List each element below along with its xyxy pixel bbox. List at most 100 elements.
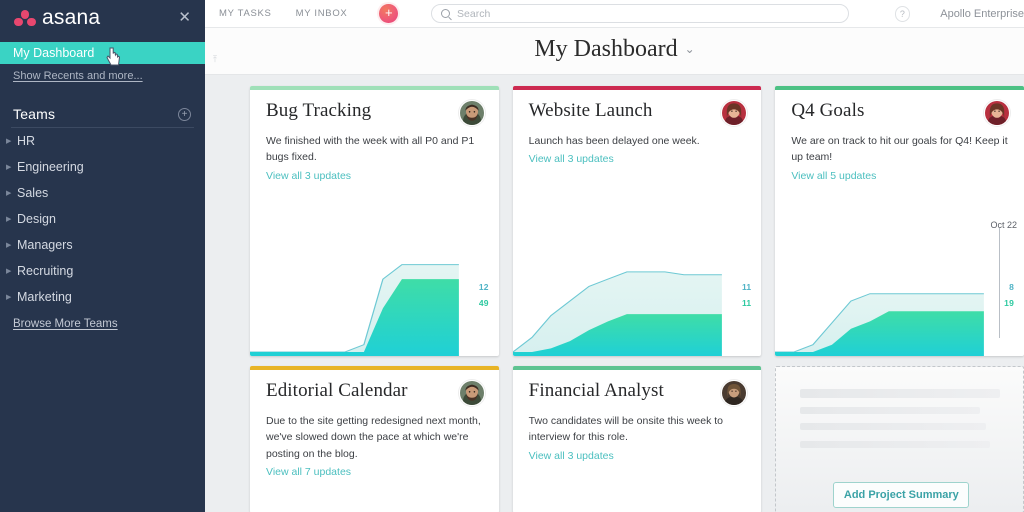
team-label: Engineering <box>17 160 84 174</box>
card-header: Editorial Calendar <box>250 370 499 406</box>
card-row-top: Bug Tracking We finished with the week w… <box>250 86 1024 356</box>
card-row-bottom: Editorial Calendar Due to the site getti… <box>250 366 1024 512</box>
card-title: Editorial Calendar <box>266 380 408 401</box>
teams-header-label: Teams <box>13 106 56 122</box>
sidebar-team-managers[interactable]: ▶ Managers <box>0 232 205 258</box>
nav-my-tasks[interactable]: MY TASKS <box>219 8 284 19</box>
help-icon[interactable]: ? <box>894 5 911 22</box>
project-card-q4-goals[interactable]: Q4 Goals We are on track to hit our goal… <box>775 86 1024 356</box>
card-body: We are on track to hit our goals for Q4!… <box>775 126 1024 184</box>
chevron-right-icon[interactable]: ▶ <box>6 242 15 249</box>
add-project-summary-label: Add Project Summary <box>843 489 959 501</box>
card-body: We finished with the week with all P0 an… <box>250 126 499 184</box>
card-status-text: We are on track to hit our goals for Q4!… <box>791 135 1008 164</box>
teams-list: ▶ HR ▶ Engineering ▶ Sales ▶ Design ▶ Managers ▶ Re… <box>0 128 205 310</box>
sidebar-team-hr[interactable]: ▶ HR <box>0 128 205 154</box>
avatar[interactable] <box>458 100 485 126</box>
teams-header-row: Teams + <box>0 84 205 127</box>
avatar[interactable] <box>984 100 1011 126</box>
team-label: Design <box>17 212 56 226</box>
chevron-right-icon[interactable]: ▶ <box>6 190 15 197</box>
chart-bottom-label: 19 <box>1004 298 1015 308</box>
page-title: My Dashboard ⌄ <box>205 36 1024 63</box>
card-chart-bug-tracking: 12 49 <box>250 236 499 356</box>
add-project-summary-placeholder[interactable]: Add Project Summary <box>775 366 1024 512</box>
team-label: Sales <box>17 186 49 200</box>
project-card-bug-tracking[interactable]: Bug Tracking We finished with the week w… <box>250 86 499 356</box>
card-updates-link[interactable]: View all 7 updates <box>266 466 351 478</box>
sidebar: asana ✕ My Dashboard Show Recents and mo… <box>0 0 205 512</box>
card-status-text: Due to the site getting redesigned next … <box>266 415 481 460</box>
sidebar-item-label: My Dashboard <box>13 46 95 60</box>
avatar[interactable] <box>721 100 748 126</box>
team-label: Marketing <box>17 290 72 304</box>
quick-add-button[interactable]: + <box>379 4 399 23</box>
sidebar-item-my-dashboard[interactable]: My Dashboard <box>0 42 205 66</box>
sidebar-team-design[interactable]: ▶ Design <box>0 206 205 232</box>
search-placeholder: Search <box>457 7 491 20</box>
card-header: Bug Tracking <box>250 90 499 126</box>
chevron-right-icon[interactable]: ▶ <box>6 138 15 145</box>
project-card-financial-analyst[interactable]: Financial Analyst Two candidates will be… <box>512 366 762 512</box>
sidebar-team-engineering[interactable]: ▶ Engineering <box>0 154 205 180</box>
chevron-right-icon[interactable]: ▶ <box>6 216 15 223</box>
dashboard-board: Bug Tracking We finished with the week w… <box>205 75 1024 512</box>
team-label: Recruiting <box>17 264 74 278</box>
card-title: Bug Tracking <box>266 100 372 121</box>
chart-annotation-line <box>999 228 1001 338</box>
card-body: Launch has been delayed one week. View a… <box>513 126 762 167</box>
search-icon <box>441 9 451 18</box>
card-updates-link[interactable]: View all 3 updates <box>266 170 351 182</box>
chart-top-label: 11 <box>741 282 752 292</box>
team-label: Managers <box>17 238 73 252</box>
nav-my-inbox[interactable]: MY INBOX <box>284 8 360 19</box>
project-card-editorial-calendar[interactable]: Editorial Calendar Due to the site getti… <box>250 366 499 512</box>
card-status-text: We finished with the week with all P0 an… <box>266 135 475 164</box>
chart-top-label: 8 <box>1009 282 1015 292</box>
avatar[interactable] <box>721 380 748 406</box>
chevron-down-icon[interactable]: ⌄ <box>685 42 695 56</box>
card-body: Two candidates will be onsite this week … <box>513 406 762 464</box>
sidebar-logo-row: asana ✕ <box>0 3 205 33</box>
placeholder-line <box>800 423 987 430</box>
card-title: Q4 Goals <box>791 100 865 121</box>
card-chart-website-launch: 11 11 <box>512 236 762 356</box>
asana-logo-icon <box>14 10 36 26</box>
page-title-text: My Dashboard <box>534 36 678 62</box>
sidebar-team-marketing[interactable]: ▶ Marketing <box>0 284 205 310</box>
project-card-website-launch[interactable]: Website Launch Launch has been delayed o… <box>512 86 762 356</box>
card-header: Website Launch <box>513 90 762 126</box>
brand-name: asana <box>42 6 101 29</box>
close-icon[interactable]: ✕ <box>172 8 193 29</box>
card-title: Financial Analyst <box>528 380 664 401</box>
chevron-right-icon[interactable]: ▶ <box>6 164 15 171</box>
chevron-right-icon[interactable]: ▶ <box>6 294 15 301</box>
card-header: Q4 Goals <box>775 90 1024 126</box>
page-header: ⤒ My Dashboard ⌄ <box>205 28 1024 75</box>
chart-bottom-label: 49 <box>478 298 489 308</box>
avatar[interactable] <box>458 380 485 406</box>
workspace-name[interactable]: Apollo Enterprise <box>940 8 1024 20</box>
chart-date-annotation: Oct 22 <box>990 220 1018 230</box>
card-status-text: Launch has been delayed one week. <box>528 135 700 147</box>
card-chart-q4-goals: 8 19 Oct 22 <box>775 220 1024 356</box>
chart-bottom-label: 11 <box>741 298 752 308</box>
card-body: Due to the site getting redesigned next … <box>250 406 499 480</box>
placeholder-line <box>800 441 991 448</box>
add-project-summary-button[interactable]: Add Project Summary <box>833 482 970 508</box>
card-status-text: Two candidates will be onsite this week … <box>528 415 724 444</box>
placeholder-line <box>800 407 981 414</box>
card-title: Website Launch <box>528 100 653 121</box>
add-team-icon[interactable]: + <box>178 107 191 121</box>
sidebar-team-sales[interactable]: ▶ Sales <box>0 180 205 206</box>
sidebar-team-recruiting[interactable]: ▶ Recruiting <box>0 258 205 284</box>
search-box[interactable]: Search <box>431 4 849 23</box>
card-updates-link[interactable]: View all 3 updates <box>529 153 614 165</box>
card-updates-link[interactable]: View all 3 updates <box>529 450 614 462</box>
chevron-right-icon[interactable]: ▶ <box>6 268 15 275</box>
show-recents-link[interactable]: Show Recents and more... <box>0 64 205 84</box>
top-bar: MY TASKS MY INBOX + Search ? Apollo Ente… <box>205 0 1024 28</box>
asana-dashboard-app: asana ✕ My Dashboard Show Recents and mo… <box>0 0 1024 512</box>
browse-more-teams-link[interactable]: Browse More Teams <box>0 310 205 330</box>
card-updates-link[interactable]: View all 5 updates <box>791 170 876 182</box>
